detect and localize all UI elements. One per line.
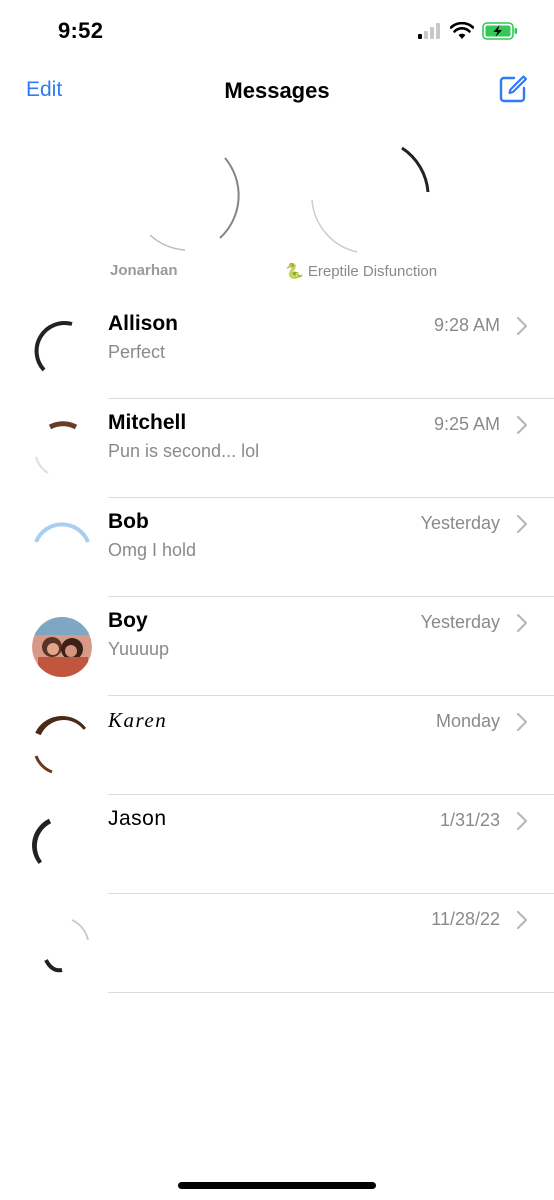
conversation-time: 9:25 AM xyxy=(433,414,500,434)
conversation-row[interactable]: Boy Yesterday Yuuuup xyxy=(0,597,554,696)
pinned-avatar[interactable] xyxy=(120,130,250,260)
conversation-time: 11/28/22 xyxy=(431,909,500,929)
avatar-photo-icon xyxy=(34,522,90,543)
avatar xyxy=(32,518,92,578)
chevron-right-icon xyxy=(516,514,528,534)
pinned-label: Jonarhan xyxy=(110,262,178,279)
conversation-name: Boy xyxy=(108,609,148,632)
avatar xyxy=(32,914,92,974)
conversation-row[interactable]: Mitchell 9:25 AM Pun is second... lol xyxy=(0,399,554,498)
conversation-preview: Yuuuup xyxy=(108,639,170,659)
conversation-name: Jason xyxy=(108,807,167,830)
avatar xyxy=(32,617,92,677)
avatar-photo-icon xyxy=(311,146,430,253)
conversation-row[interactable]: Bob Yesterday Omg I hold xyxy=(0,498,554,597)
conversation-name: Mitchell xyxy=(108,411,187,434)
conversation-preview: Perfect xyxy=(108,342,166,362)
conversation-row[interactable]: Karen Monday xyxy=(0,696,554,795)
avatar xyxy=(32,419,92,479)
avatar-photo-icon xyxy=(44,919,89,973)
battery-charging-icon xyxy=(482,22,517,40)
chevron-right-icon xyxy=(516,910,528,930)
conversation-time: Yesterday xyxy=(420,513,500,533)
pinned-conversations: Jonarhan 🐍 Ereptile Disfunction xyxy=(0,120,554,290)
avatar-photo-icon xyxy=(32,818,52,865)
home-indicator[interactable] xyxy=(178,1182,376,1189)
chevron-right-icon xyxy=(516,415,528,435)
conversation-name: Karen xyxy=(108,708,168,732)
conversation-time: 1/31/23 xyxy=(439,810,500,830)
conversation-time: Monday xyxy=(435,711,500,731)
avatar xyxy=(32,320,92,380)
pinned-label: 🐍 Ereptile Disfunction xyxy=(285,262,437,280)
chevron-right-icon xyxy=(516,316,528,336)
status-bar: 9:52 xyxy=(0,0,554,62)
conversation-name: Allison xyxy=(108,312,179,335)
pinned-avatar[interactable] xyxy=(302,130,432,260)
avatar xyxy=(32,815,92,875)
snake-emoji-icon: 🐍 xyxy=(285,263,304,280)
avatar-photo-icon xyxy=(34,321,73,372)
avatar-photo-icon xyxy=(35,421,78,474)
avatar xyxy=(32,716,92,776)
conversation-row[interactable]: Jason 1/31/23 xyxy=(0,795,554,894)
conversation-preview: Pun is second... lol xyxy=(108,441,260,461)
compose-icon[interactable] xyxy=(498,74,528,104)
page-title: Messages xyxy=(224,78,330,103)
nav-bar: Edit Messages xyxy=(0,70,554,110)
wifi-icon xyxy=(450,22,474,39)
avatar-photo-icon xyxy=(34,716,89,774)
avatar-photo-icon xyxy=(32,617,92,677)
status-time: 9:52 xyxy=(58,18,104,43)
pinned-name: Jonarhan xyxy=(110,262,178,279)
pinned-name: Ereptile Disfunction xyxy=(307,263,438,280)
status-icons xyxy=(418,22,518,40)
conversation-row[interactable]: 11/28/22 xyxy=(0,894,554,993)
divider xyxy=(108,992,554,993)
cellular-signal-icon xyxy=(418,23,440,39)
conversation-time: 9:28 AM xyxy=(433,315,500,335)
conversation-time: Yesterday xyxy=(420,612,500,632)
conversation-row[interactable]: Allison 9:28 AM Perfect xyxy=(0,300,554,399)
conversation-name: Bob xyxy=(108,510,149,533)
avatar-photo-icon xyxy=(149,157,240,251)
chevron-right-icon xyxy=(516,811,528,831)
chevron-right-icon xyxy=(516,712,528,732)
chevron-right-icon xyxy=(516,613,528,633)
conversation-list: Allison 9:28 AM Perfect Mitchell 9:25 AM… xyxy=(0,300,554,993)
conversation-preview: Omg I hold xyxy=(108,540,197,560)
